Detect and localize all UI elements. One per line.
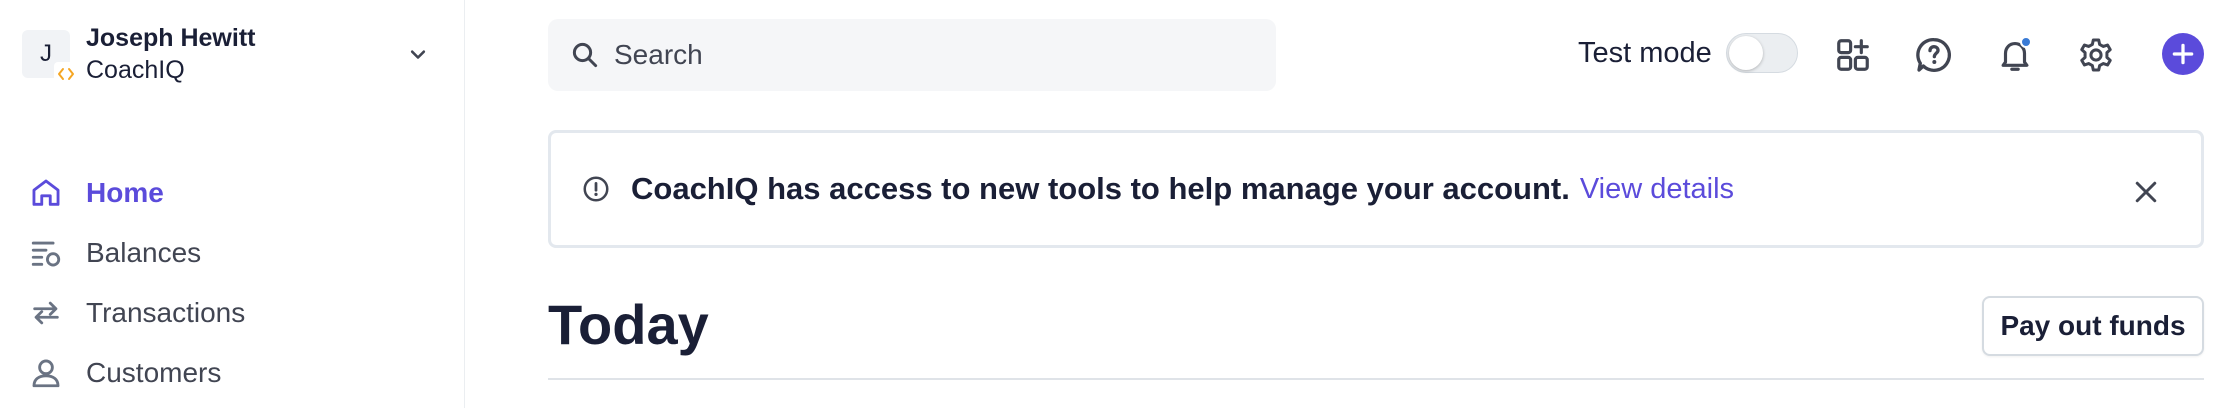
sidebar-item-label: Customers: [86, 357, 222, 388]
test-mode: Test mode: [1578, 33, 1798, 73]
notification-dot: [2020, 36, 2032, 48]
info-icon: [583, 176, 609, 202]
view-details-link[interactable]: View details: [1580, 173, 1734, 206]
search-bar[interactable]: [548, 19, 1276, 91]
chevron-down-icon[interactable]: [404, 40, 432, 68]
search-input[interactable]: [614, 39, 1254, 71]
sidebar-nav: Home Balances Transactions Customers: [28, 163, 428, 403]
sidebar-item-customers[interactable]: Customers: [28, 343, 428, 403]
test-mode-label: Test mode: [1578, 36, 1712, 69]
account-org: CoachIQ: [86, 56, 185, 84]
account-avatar-initial: J: [40, 40, 52, 67]
customers-icon: [28, 355, 64, 391]
sidebar: J Joseph Hewitt CoachIQ Home Balances Tr…: [0, 0, 465, 408]
account-switcher[interactable]: J Joseph Hewitt CoachIQ: [22, 24, 432, 86]
bell-icon[interactable]: [1992, 32, 2038, 78]
toggle-knob: [1728, 36, 1763, 70]
account-avatar: J: [22, 30, 78, 86]
banner-message: CoachIQ has access to new tools to help …: [631, 171, 1570, 206]
test-mode-toggle[interactable]: [1725, 33, 1798, 73]
sidebar-item-label: Transactions: [86, 297, 246, 328]
sidebar-item-transactions[interactable]: Transactions: [28, 283, 428, 343]
info-banner: CoachIQ has access to new tools to help …: [548, 130, 2204, 248]
balances-icon: [28, 235, 64, 271]
sidebar-item-label: Home: [86, 177, 164, 208]
code-icon: [54, 62, 78, 86]
sidebar-item-label: Balances: [86, 237, 202, 268]
home-icon: [28, 175, 64, 211]
close-icon[interactable]: [2131, 177, 2161, 207]
transactions-icon: [28, 295, 64, 331]
sidebar-item-home[interactable]: Home: [28, 163, 428, 223]
account-name: Joseph Hewitt: [86, 24, 256, 52]
help-icon[interactable]: [1911, 32, 1957, 78]
pay-out-funds-button[interactable]: Pay out funds: [1982, 296, 2204, 356]
create-button[interactable]: [2162, 33, 2204, 75]
page-title: Today: [548, 293, 709, 356]
divider: [548, 378, 2204, 380]
plus-icon: [2172, 43, 2194, 65]
sidebar-item-balances[interactable]: Balances: [28, 223, 428, 283]
search-icon: [572, 42, 598, 68]
apps-icon[interactable]: [1830, 32, 1876, 78]
gear-icon[interactable]: [2073, 32, 2119, 78]
